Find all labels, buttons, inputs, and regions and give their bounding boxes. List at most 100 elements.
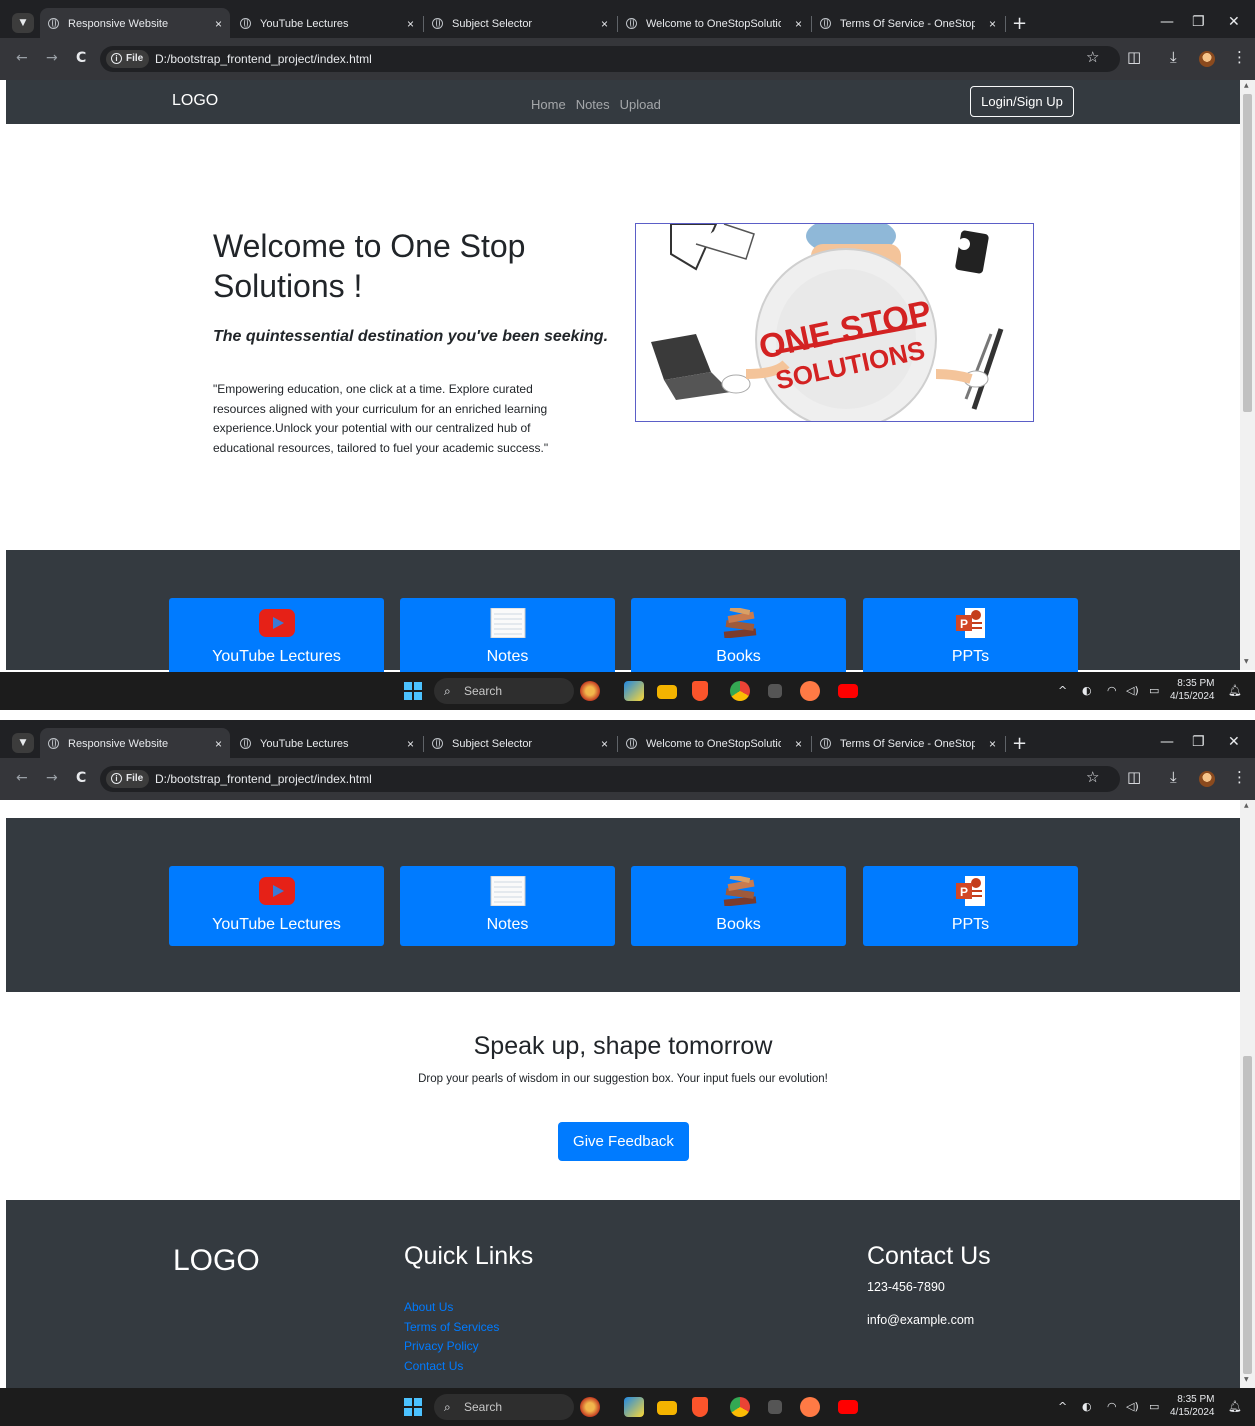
app-icon-orange[interactable]: [800, 681, 820, 701]
tab-welcome-onestop[interactable]: Welcome to OneStopSolutions ×: [618, 8, 810, 40]
extensions-icon[interactable]: ◫: [1127, 768, 1141, 786]
tab-search-button[interactable]: ▼: [12, 13, 34, 33]
tab-responsive-website[interactable]: Responsive Website ×: [40, 728, 230, 760]
bookmark-star-icon[interactable]: ☆: [1086, 768, 1099, 786]
site-info-chip[interactable]: i File: [106, 770, 150, 788]
menu-dots-icon[interactable]: ⋮: [1232, 768, 1247, 786]
tab-welcome-onestop[interactable]: Welcome to OneStopSolutions ×: [618, 728, 810, 760]
close-tab-icon[interactable]: ×: [601, 728, 608, 760]
notifications-bell-icon[interactable]: 🔔︎: [1228, 684, 1242, 697]
service-card-notes[interactable]: Notes: [400, 598, 615, 678]
wifi-icon[interactable]: ◠: [1107, 1400, 1117, 1413]
navbar-logo[interactable]: LOGO: [172, 92, 218, 110]
taskbar-search[interactable]: ⌕ Search: [434, 678, 574, 704]
service-card-ppts[interactable]: P PPTs: [863, 598, 1078, 678]
app-icon-u[interactable]: [768, 1400, 782, 1414]
brave-browser-icon[interactable]: [692, 1397, 708, 1417]
close-tab-icon[interactable]: ×: [407, 8, 414, 40]
service-card-youtube[interactable]: YouTube Lectures: [169, 598, 384, 678]
tab-terms-of-service[interactable]: Terms Of Service - OneStopSolu ×: [812, 8, 1004, 40]
taskbar-clock[interactable]: 8:35 PM 4/15/2024: [1170, 1393, 1215, 1419]
tray-app-icon[interactable]: ◐: [1082, 1400, 1092, 1413]
close-window-button[interactable]: ✕: [1228, 14, 1240, 30]
tab-terms-of-service[interactable]: Terms Of Service - OneStopSolu ×: [812, 728, 1004, 760]
app-icon-game[interactable]: [580, 681, 600, 701]
tray-overflow-icon[interactable]: ^: [1058, 684, 1067, 697]
footer-link-contact[interactable]: Contact Us: [404, 1357, 499, 1377]
minimize-button[interactable]: —: [1160, 734, 1174, 750]
close-tab-icon[interactable]: ×: [601, 8, 608, 40]
volume-icon[interactable]: ◁): [1126, 1400, 1139, 1413]
maximize-button[interactable]: ❐: [1192, 734, 1205, 750]
file-explorer-icon[interactable]: [657, 1401, 677, 1415]
back-icon[interactable]: ←: [16, 770, 28, 786]
scroll-down-arrow[interactable]: ▼: [1244, 658, 1249, 665]
site-info-chip[interactable]: i File: [106, 50, 150, 68]
profile-avatar[interactable]: [1199, 51, 1215, 67]
service-card-youtube[interactable]: YouTube Lectures: [169, 866, 384, 946]
chrome-icon[interactable]: [730, 681, 750, 701]
bookmark-star-icon[interactable]: ☆: [1086, 48, 1099, 66]
scroll-thumb[interactable]: [1243, 94, 1252, 412]
chrome-icon[interactable]: [730, 1397, 750, 1417]
nav-link-notes[interactable]: Notes: [576, 97, 610, 112]
close-tab-icon[interactable]: ×: [215, 728, 222, 760]
brave-browser-icon[interactable]: [692, 681, 708, 701]
scroll-up-arrow[interactable]: ▲: [1244, 802, 1249, 809]
app-icon-u[interactable]: [768, 684, 782, 698]
youtube-app-icon[interactable]: [838, 1400, 858, 1414]
close-tab-icon[interactable]: ×: [215, 8, 222, 40]
battery-icon[interactable]: ▭: [1149, 684, 1159, 697]
youtube-app-icon[interactable]: [838, 684, 858, 698]
reload-icon[interactable]: C: [76, 50, 86, 66]
file-explorer-icon[interactable]: [657, 685, 677, 699]
footer-link-terms[interactable]: Terms of Services: [404, 1318, 499, 1338]
page-scrollbar[interactable]: ▲ ▼: [1240, 80, 1255, 670]
forward-icon[interactable]: →: [46, 770, 58, 786]
download-icon[interactable]: ⤓: [1170, 48, 1177, 66]
windows-start-icon[interactable]: [404, 682, 422, 700]
taskbar-search[interactable]: ⌕ Search: [434, 1394, 574, 1420]
footer-link-privacy[interactable]: Privacy Policy: [404, 1337, 499, 1357]
back-icon[interactable]: ←: [16, 50, 28, 66]
notifications-bell-icon[interactable]: 🔔︎: [1228, 1400, 1242, 1413]
forward-icon[interactable]: →: [46, 50, 58, 66]
volume-icon[interactable]: ◁): [1126, 684, 1139, 697]
menu-dots-icon[interactable]: ⋮: [1232, 48, 1247, 66]
service-card-books[interactable]: Books: [631, 866, 846, 946]
service-card-books[interactable]: Books: [631, 598, 846, 678]
scroll-up-arrow[interactable]: ▲: [1244, 82, 1249, 89]
tab-search-button[interactable]: ▼: [12, 733, 34, 753]
close-tab-icon[interactable]: ×: [989, 728, 996, 760]
extensions-icon[interactable]: ◫: [1127, 48, 1141, 66]
windows-start-icon[interactable]: [404, 1398, 422, 1416]
tab-youtube-lectures[interactable]: YouTube Lectures ×: [232, 728, 422, 760]
footer-link-about[interactable]: About Us: [404, 1298, 499, 1318]
maximize-button[interactable]: ❐: [1192, 14, 1205, 30]
nav-link-home[interactable]: Home: [531, 97, 566, 112]
give-feedback-button[interactable]: Give Feedback: [558, 1122, 689, 1161]
app-icon-widgets[interactable]: [624, 681, 644, 701]
service-card-notes[interactable]: Notes: [400, 866, 615, 946]
app-icon-widgets[interactable]: [624, 1397, 644, 1417]
close-tab-icon[interactable]: ×: [795, 728, 802, 760]
new-tab-button[interactable]: +: [1012, 728, 1027, 760]
close-window-button[interactable]: ✕: [1228, 734, 1240, 750]
reload-icon[interactable]: C: [76, 770, 86, 786]
scroll-down-arrow[interactable]: ▼: [1244, 1376, 1249, 1383]
new-tab-button[interactable]: +: [1012, 8, 1027, 40]
tab-youtube-lectures[interactable]: YouTube Lectures ×: [232, 8, 422, 40]
close-tab-icon[interactable]: ×: [407, 728, 414, 760]
service-card-ppts[interactable]: P PPTs: [863, 866, 1078, 946]
download-icon[interactable]: ⤓: [1170, 768, 1177, 786]
close-tab-icon[interactable]: ×: [989, 8, 996, 40]
tab-subject-selector[interactable]: Subject Selector ×: [424, 728, 616, 760]
page-scrollbar[interactable]: ▲ ▼: [1240, 800, 1255, 1388]
app-icon-orange[interactable]: [800, 1397, 820, 1417]
app-icon-game[interactable]: [580, 1397, 600, 1417]
scroll-thumb[interactable]: [1243, 1056, 1252, 1374]
tray-app-icon[interactable]: ◐: [1082, 684, 1092, 697]
tray-overflow-icon[interactable]: ^: [1058, 1400, 1067, 1413]
taskbar-clock[interactable]: 8:35 PM 4/15/2024: [1170, 677, 1215, 703]
battery-icon[interactable]: ▭: [1149, 1400, 1159, 1413]
